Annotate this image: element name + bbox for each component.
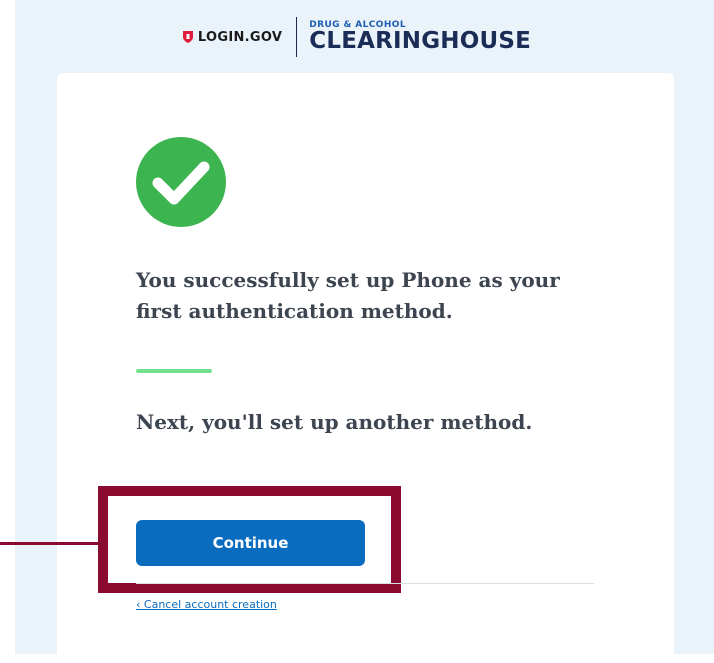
accent-divider <box>136 369 212 373</box>
cancel-account-creation-link[interactable]: ‹ Cancel account creation <box>136 598 277 611</box>
clearinghouse-title: CLEARINGHOUSE <box>309 28 532 54</box>
continue-button[interactable]: Continue <box>136 520 365 566</box>
success-heading: You successfully set up Phone as your fi… <box>136 268 560 323</box>
clearinghouse-logo: DRUG & ALCOHOL CLEARINGHOUSE <box>309 21 531 53</box>
check-circle-icon <box>136 137 226 227</box>
next-step-text: Next, you'll set up another method. <box>136 410 533 434</box>
card-divider <box>136 583 594 584</box>
callout-pointer-line <box>0 542 99 545</box>
site-header: LOGIN.GOV DRUG & ALCOHOL CLEARINGHOUSE <box>0 12 714 62</box>
login-gov-label: LOGIN.GOV <box>197 29 283 45</box>
login-gov-logo: LOGIN.GOV <box>182 29 283 45</box>
brand-divider <box>296 17 298 57</box>
shield-icon <box>182 31 193 43</box>
